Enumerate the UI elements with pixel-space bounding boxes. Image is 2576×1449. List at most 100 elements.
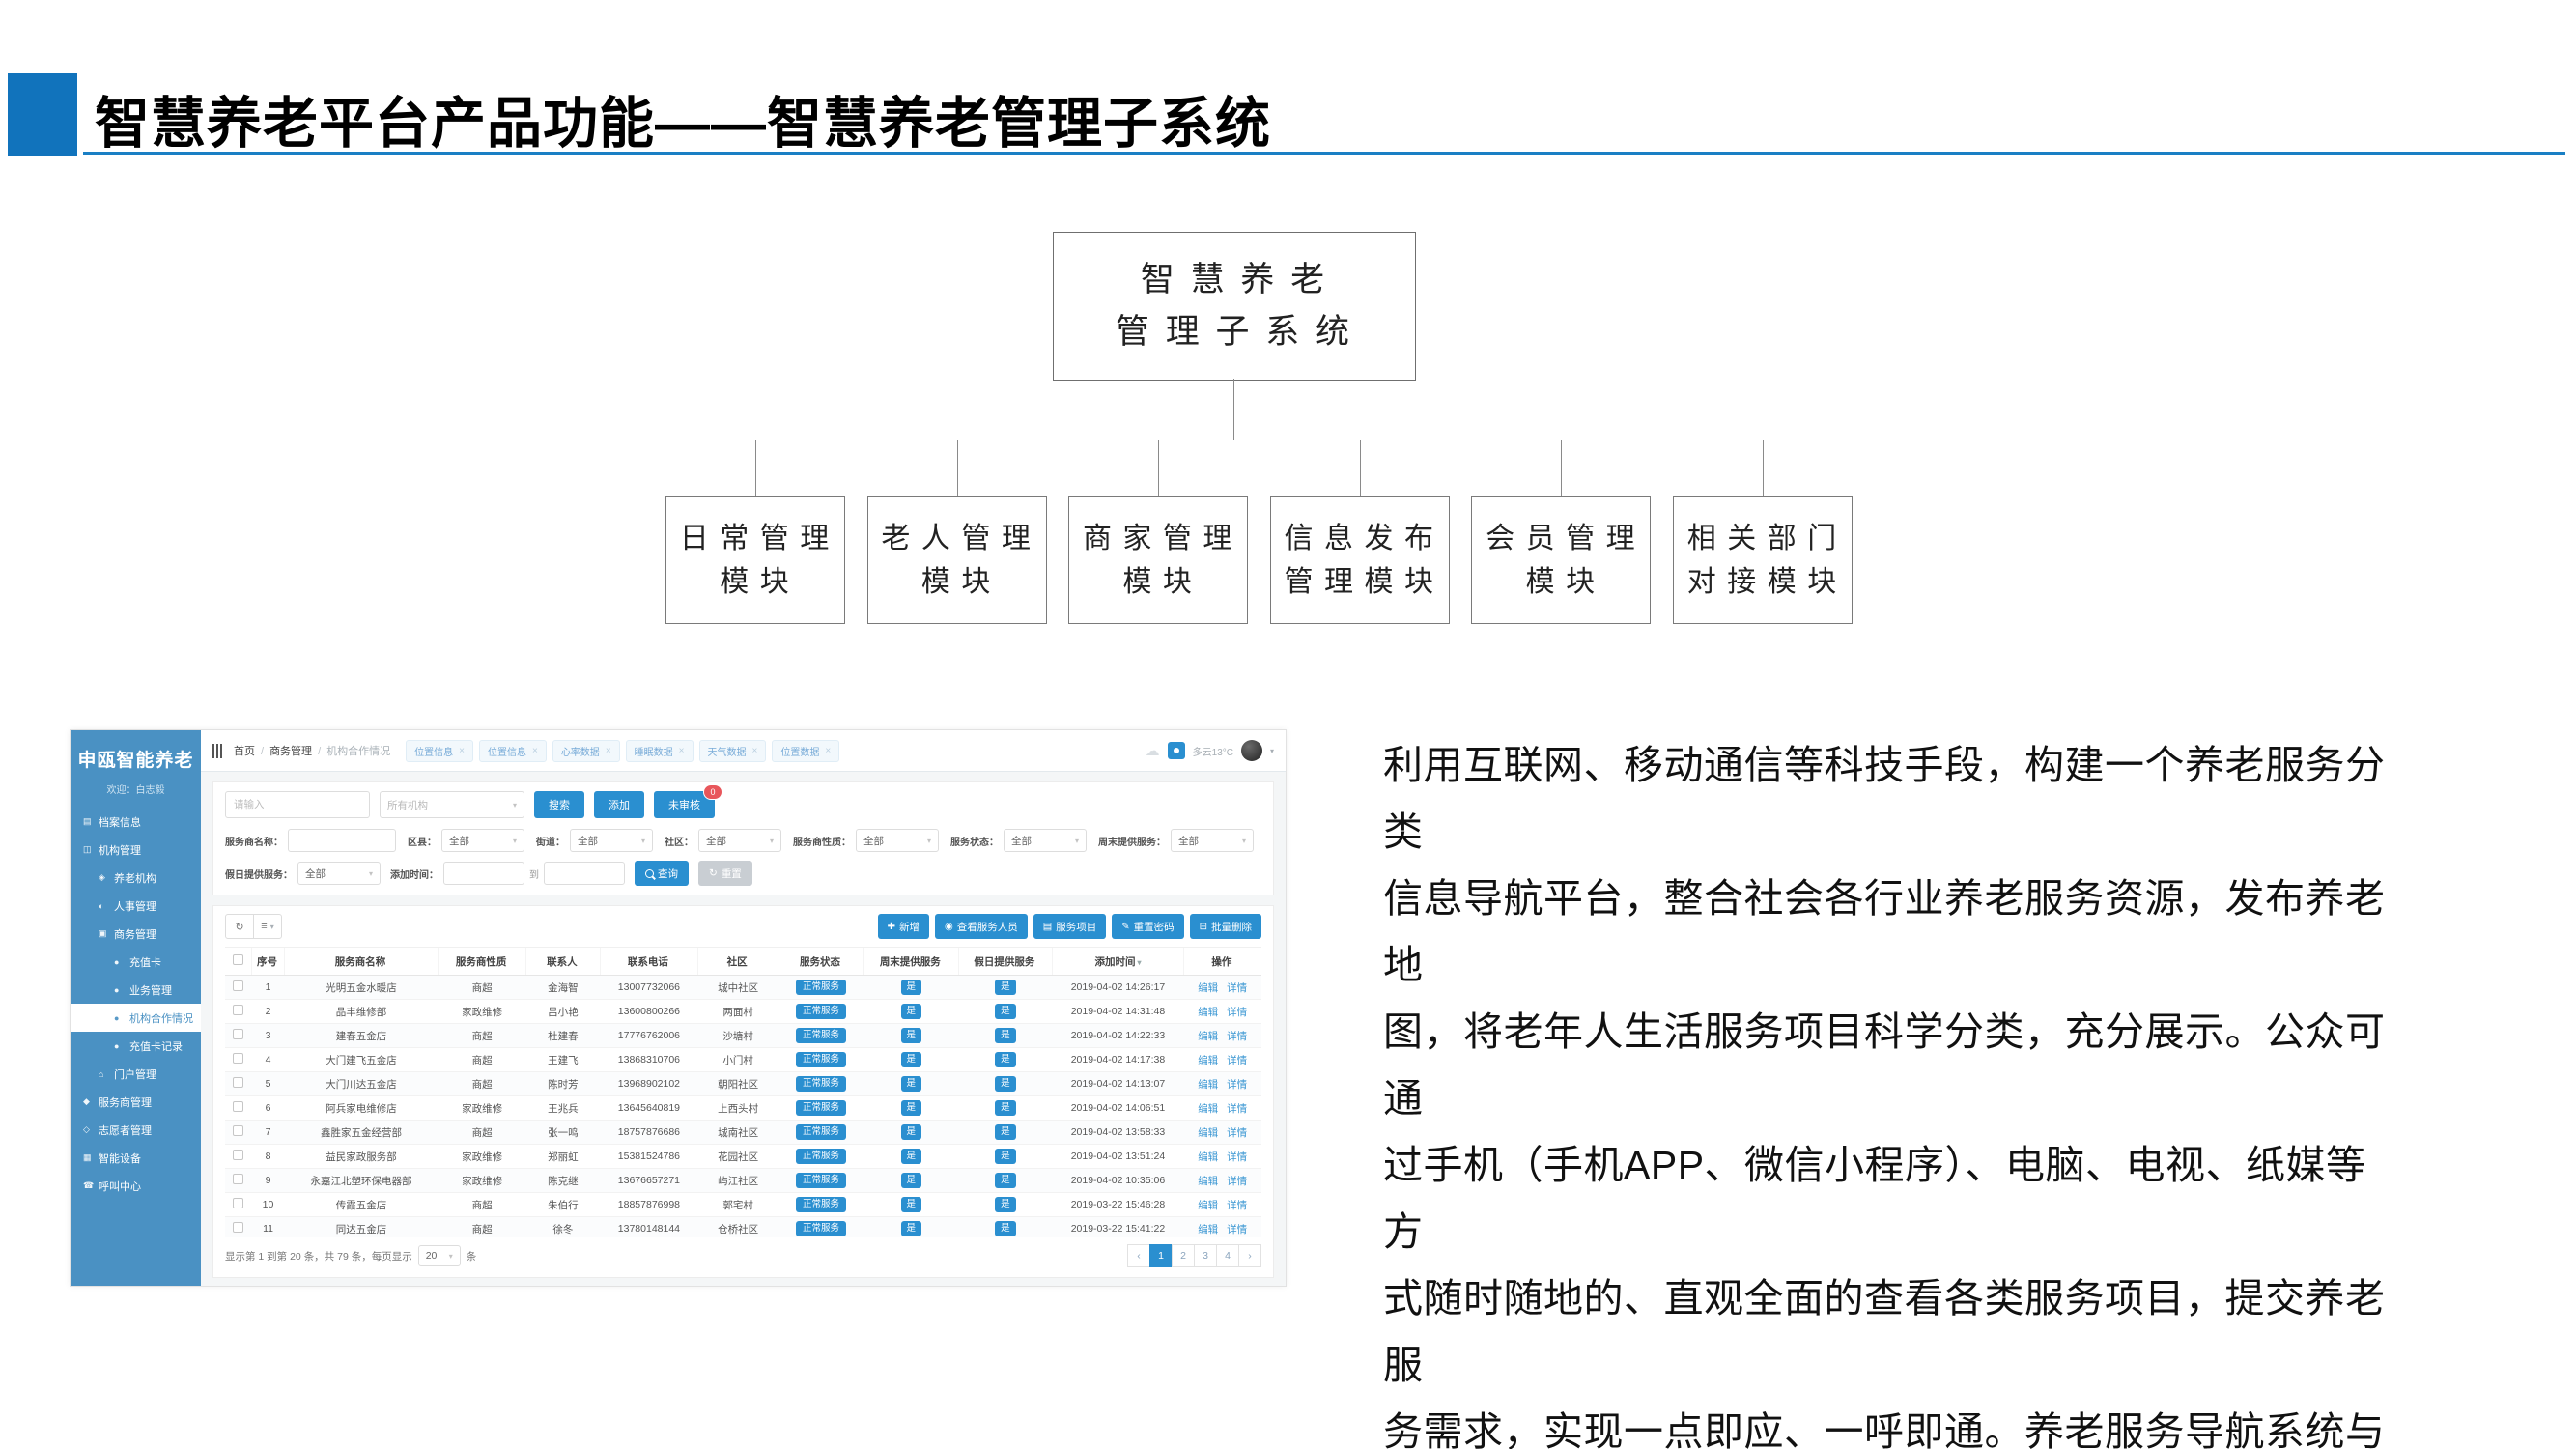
column-header[interactable]: 社区	[698, 948, 778, 976]
column-header[interactable]: 假日提供服务	[958, 948, 1053, 976]
column-header[interactable]: 服务商名称	[284, 948, 438, 976]
sidebar-item[interactable]: ● 充值卡记录	[71, 1032, 201, 1060]
page-button[interactable]: 3	[1194, 1244, 1217, 1267]
detail-link[interactable]: 详情	[1227, 1127, 1247, 1139]
sidebar-item[interactable]: ◫ 机构管理	[71, 836, 201, 864]
table-action-button[interactable]: ⊟ 批量删除	[1190, 914, 1261, 939]
tag-chip[interactable]: 天气数据 ×	[699, 740, 767, 762]
column-header[interactable]: 服务商性质	[439, 948, 526, 976]
tag-chip[interactable]: 位置数据 ×	[772, 740, 839, 762]
row-checkbox[interactable]	[225, 1072, 252, 1096]
edit-link[interactable]: 编辑	[1198, 982, 1218, 994]
close-icon[interactable]: ×	[679, 746, 685, 756]
avatar[interactable]	[1241, 740, 1262, 761]
row-checkbox[interactable]	[225, 1193, 252, 1217]
page-button[interactable]: 2	[1172, 1244, 1195, 1267]
breadcrumb-item[interactable]: 机构合作情况	[326, 743, 390, 758]
filter-select[interactable]: 全部 ▾	[441, 829, 524, 852]
filter-select[interactable]: 全部 ▾	[570, 829, 653, 852]
chevron-down-icon[interactable]: ▾	[1270, 747, 1274, 755]
sidebar-item[interactable]: ● 充值卡	[71, 948, 201, 976]
close-icon[interactable]: ×	[752, 746, 758, 756]
table-action-button[interactable]: ✎ 重置密码	[1112, 914, 1183, 939]
close-icon[interactable]: ×	[825, 746, 831, 756]
page-button[interactable]: 4	[1216, 1244, 1239, 1267]
row-checkbox[interactable]	[225, 1169, 252, 1193]
detail-link[interactable]: 详情	[1227, 1224, 1247, 1236]
edit-link[interactable]: 编辑	[1198, 1055, 1218, 1066]
query-button[interactable]: 查询	[635, 861, 689, 886]
unaudited-button[interactable]: 未审核 0	[654, 791, 715, 818]
filter-select[interactable]: 全部 ▾	[1004, 829, 1087, 852]
column-header[interactable]: 操作	[1183, 948, 1261, 976]
close-icon[interactable]: ×	[532, 746, 538, 756]
row-checkbox[interactable]	[225, 1096, 252, 1121]
edit-link[interactable]: 编辑	[1198, 1127, 1218, 1139]
search-input[interactable]	[225, 791, 370, 818]
row-checkbox[interactable]	[225, 976, 252, 1000]
column-header[interactable]: 添加时间▾	[1053, 948, 1184, 976]
holiday-service-select[interactable]: 全部 ▾	[297, 862, 381, 885]
reset-button[interactable]: ↻ 重置	[698, 861, 752, 886]
column-header[interactable]: 服务状态	[778, 948, 863, 976]
sidebar-item[interactable]: ▣ 商务管理	[71, 920, 201, 948]
filter-select[interactable]: 全部 ▾	[698, 829, 781, 852]
row-checkbox[interactable]	[225, 1024, 252, 1048]
tag-chip[interactable]: 位置信息 ×	[479, 740, 547, 762]
add-button[interactable]: 添加	[594, 791, 644, 818]
detail-link[interactable]: 详情	[1227, 1079, 1247, 1091]
sidebar-item[interactable]: ☎ 呼叫中心	[71, 1172, 201, 1200]
notification-icon[interactable]	[1168, 742, 1185, 759]
page-button[interactable]: 1	[1149, 1244, 1173, 1267]
column-header[interactable]: 序号	[252, 948, 285, 976]
tag-chip[interactable]: 睡眠数据 ×	[626, 740, 694, 762]
detail-link[interactable]: 详情	[1227, 982, 1247, 994]
edit-link[interactable]: 编辑	[1198, 1103, 1218, 1115]
edit-link[interactable]: 编辑	[1198, 1176, 1218, 1187]
detail-link[interactable]: 详情	[1227, 1007, 1247, 1018]
date-to-input[interactable]	[544, 862, 625, 885]
sidebar-item[interactable]: ◆ 服务商管理	[71, 1088, 201, 1116]
tag-chip[interactable]: 位置信息 ×	[406, 740, 473, 762]
search-button[interactable]: 搜索	[534, 791, 584, 818]
sidebar-item[interactable]: ◈ 养老机构	[71, 864, 201, 892]
sidebar-item[interactable]: ▤ 档案信息	[71, 808, 201, 836]
vendor-name-input[interactable]	[288, 829, 396, 852]
close-icon[interactable]: ×	[606, 746, 611, 756]
detail-link[interactable]: 详情	[1227, 1103, 1247, 1115]
column-header[interactable]: 周末提供服务	[864, 948, 959, 976]
columns-button[interactable]: ≡ ▾	[253, 914, 282, 939]
breadcrumb-item[interactable]: 商务管理	[269, 743, 326, 758]
detail-link[interactable]: 详情	[1227, 1151, 1247, 1163]
edit-link[interactable]: 编辑	[1198, 1079, 1218, 1091]
select-all-checkbox[interactable]	[225, 948, 252, 976]
detail-link[interactable]: 详情	[1227, 1031, 1247, 1042]
date-from-input[interactable]	[443, 862, 524, 885]
row-checkbox[interactable]	[225, 1048, 252, 1072]
hamburger-icon[interactable]	[212, 744, 222, 758]
sidebar-item[interactable]: ● 机构合作情况	[71, 1004, 201, 1032]
table-action-button[interactable]: ◉ 查看服务人员	[935, 914, 1028, 939]
table-scroll-area[interactable]: 序号 服务商名称 服务商性质	[225, 947, 1261, 1237]
detail-link[interactable]: 详情	[1227, 1200, 1247, 1211]
row-checkbox[interactable]	[225, 1000, 252, 1024]
filter-select[interactable]: 全部 ▾	[856, 829, 939, 852]
sidebar-item[interactable]: ▦ 智能设备	[71, 1144, 201, 1172]
column-header[interactable]: 联系人	[526, 948, 600, 976]
table-action-button[interactable]: ▤ 服务项目	[1033, 914, 1106, 939]
sidebar-item[interactable]: ⌂ 门户管理	[71, 1060, 201, 1088]
row-checkbox[interactable]	[225, 1217, 252, 1238]
sidebar-item[interactable]: ◇ 志愿者管理	[71, 1116, 201, 1144]
tag-chip[interactable]: 心率数据 ×	[552, 740, 620, 762]
refresh-button[interactable]: ↻	[225, 914, 254, 939]
edit-link[interactable]: 编辑	[1198, 1031, 1218, 1042]
edit-link[interactable]: 编辑	[1198, 1007, 1218, 1018]
sidebar-item[interactable]: ◐ 人事管理	[71, 892, 201, 920]
row-checkbox[interactable]	[225, 1121, 252, 1145]
table-action-button[interactable]: ✚ 新增	[878, 914, 929, 939]
edit-link[interactable]: 编辑	[1198, 1200, 1218, 1211]
breadcrumb-item[interactable]: 首页	[234, 743, 269, 758]
close-icon[interactable]: ×	[459, 746, 465, 756]
detail-link[interactable]: 详情	[1227, 1176, 1247, 1187]
edit-link[interactable]: 编辑	[1198, 1151, 1218, 1163]
